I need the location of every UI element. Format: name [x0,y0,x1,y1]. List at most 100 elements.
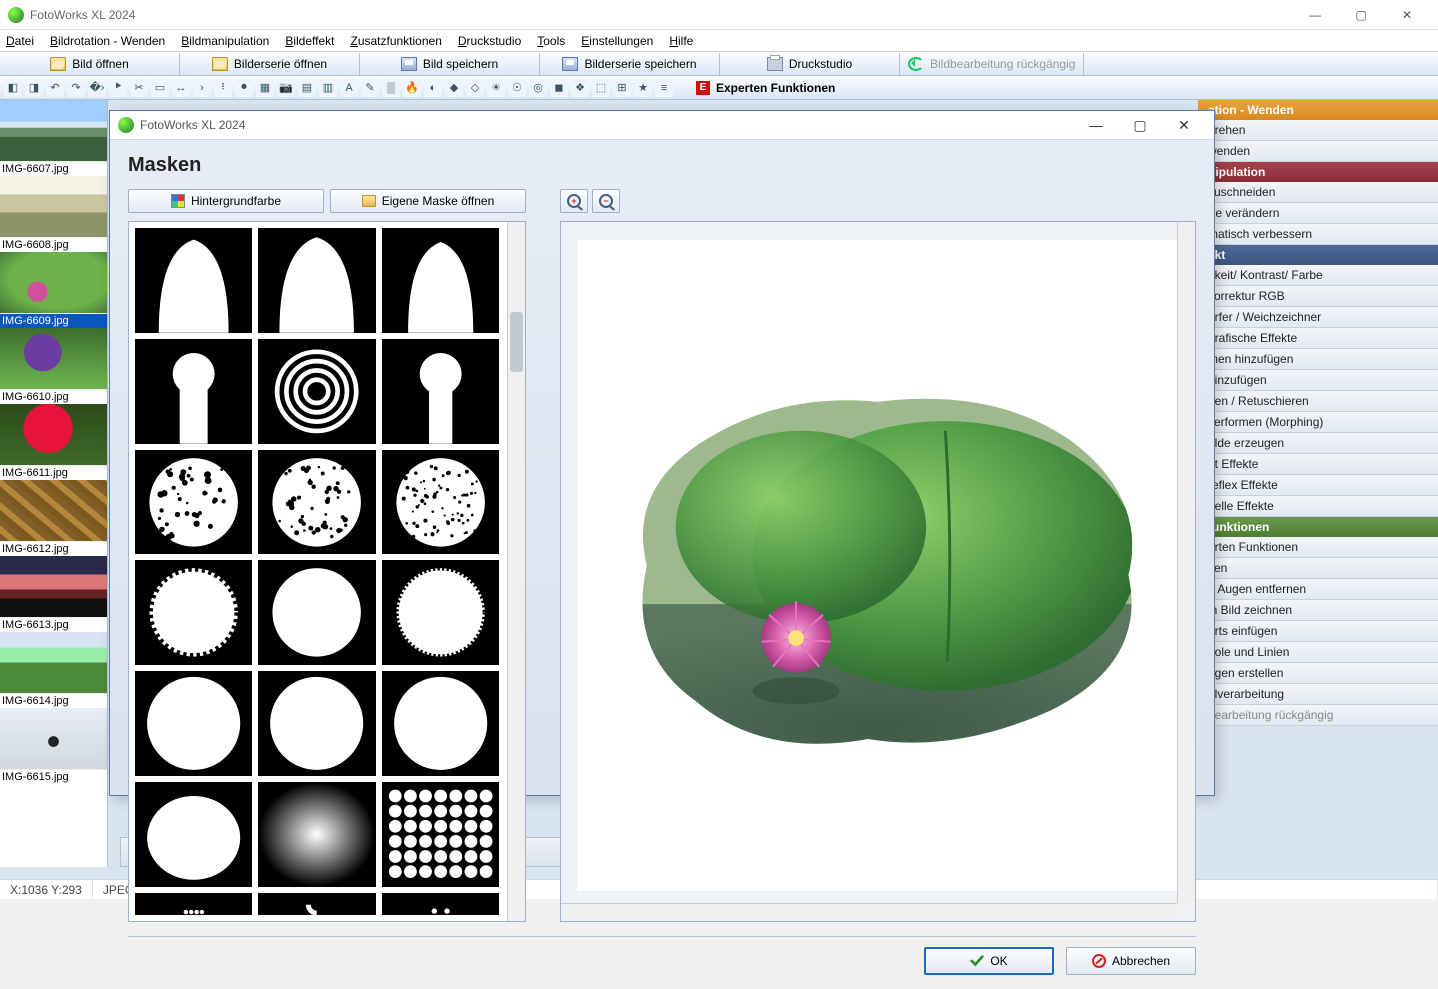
zoom-in-button[interactable]: + [560,189,588,213]
tool-btn-8[interactable]: ↔ [172,79,190,97]
accordion-item[interactable]: ße verändern [1198,203,1438,224]
mask-thumbnail[interactable] [135,893,252,915]
menu-datei[interactable]: Datei [6,34,34,48]
background-color-button[interactable]: Hintergrundfarbe [128,189,324,213]
dialog-minimize[interactable]: — [1074,111,1118,139]
mask-thumbnail[interactable] [382,450,499,555]
accordion-item[interactable]: matisch verbessern [1198,224,1438,245]
menu-bildeffekt[interactable]: Bildeffekt [285,34,334,48]
tool-btn-23[interactable]: ☀ [487,79,505,97]
mask-gallery-scrollbar[interactable] [507,222,525,921]
tool-btn-2[interactable]: ↶ [46,79,64,97]
accordion-item[interactable]: reflex Effekte [1198,475,1438,496]
ok-button[interactable]: OK [924,947,1054,975]
tool-btn-9[interactable]: › [193,79,211,97]
menu-zusatzfunktionen[interactable]: Zusatzfunktionen [350,34,441,48]
mask-thumbnail[interactable] [135,228,252,333]
accordion-item[interactable]: men hinzufügen [1198,349,1438,370]
tool-btn-28[interactable]: ⬚ [592,79,610,97]
undo-edit-button[interactable]: Bildbearbeitung rückgängig [900,53,1084,75]
mask-thumbnail[interactable] [382,228,499,333]
tool-btn-15[interactable]: ▥ [319,79,337,97]
tool-btn-7[interactable]: ▭ [151,79,169,97]
mask-thumbnail[interactable] [135,782,252,887]
mask-thumbnail[interactable] [382,339,499,444]
menu-bildrotation-wenden[interactable]: Bildrotation - Wenden [50,34,165,48]
mask-thumbnail[interactable] [258,228,375,333]
tool-btn-27[interactable]: ❖ [571,79,589,97]
mask-thumbnail[interactable] [135,560,252,665]
accordion-item[interactable]: älde erzeugen [1198,433,1438,454]
thumbnail[interactable]: IMG-6609.jpg [0,252,107,328]
tool-btn-21[interactable]: ◆ [445,79,463,97]
thumbnail[interactable]: IMG-6613.jpg [0,556,107,632]
accordion-header[interactable]: ekt [1198,245,1438,265]
accordion-item[interactable]: bole und Linien [1198,642,1438,663]
window-maximize[interactable]: ▢ [1338,0,1384,30]
tool-btn-10[interactable]: ፧ [214,79,232,97]
dialog-close[interactable]: ✕ [1162,111,1206,139]
tool-btn-24[interactable]: ☉ [508,79,526,97]
zoom-out-button[interactable]: − [592,189,620,213]
accordion-item[interactable]: nen / Retuschieren [1198,391,1438,412]
mask-thumbnail[interactable] [258,339,375,444]
mask-thumbnail[interactable] [135,339,252,444]
accordion-item[interactable]: grafische Effekte [1198,328,1438,349]
accordion-item[interactable]: elverarbeitung [1198,684,1438,705]
thumbnail[interactable]: IMG-6607.jpg [0,100,107,176]
thumbnail[interactable]: IMG-6610.jpg [0,328,107,404]
accordion-header[interactable]: nipulation [1198,162,1438,182]
mask-thumbnail[interactable] [382,560,499,665]
preview-vertical-scrollbar[interactable] [1177,222,1195,903]
accordion-item[interactable]: drehen [1198,120,1438,141]
open-own-mask-button[interactable]: Eigene Maske öffnen [330,189,526,213]
mask-thumbnail[interactable] [258,782,375,887]
accordion-item[interactable]: zuschneiden [1198,182,1438,203]
tool-btn-31[interactable]: ≡ [655,79,673,97]
accordion-header[interactable]: funktionen [1198,517,1438,537]
mask-thumbnail[interactable] [135,671,252,776]
accordion-item[interactable]: verformen (Morphing) [1198,412,1438,433]
accordion-item[interactable]: arts einfügen [1198,621,1438,642]
cancel-button[interactable]: Abbrechen [1066,947,1196,975]
menu-druckstudio[interactable]: Druckstudio [458,34,521,48]
tool-btn-20[interactable]: ◐ [424,79,442,97]
thumbnail[interactable]: IMG-6614.jpg [0,632,107,708]
tool-btn-22[interactable]: ◇ [466,79,484,97]
tool-btn-3[interactable]: ↷ [67,79,85,97]
menu-einstellungen[interactable]: Einstellungen [581,34,653,48]
mask-thumbnail[interactable] [382,893,499,915]
menu-hilfe[interactable]: Hilfe [669,34,693,48]
thumbnail[interactable]: IMG-6615.jpg [0,708,107,784]
accordion-item[interactable]: bearbeitung rückgängig [1198,705,1438,726]
tool-btn-13[interactable]: 📷 [277,79,295,97]
accordion-item[interactable]: hinzufügen [1198,370,1438,391]
menu-tools[interactable]: Tools [537,34,565,48]
tool-btn-16[interactable]: A [340,79,358,97]
accordion-item[interactable]: ken [1198,558,1438,579]
accordion-item[interactable]: wenden [1198,141,1438,162]
accordion-item[interactable]: ärfer / Weichzeichner [1198,307,1438,328]
accordion-item[interactable]: agen erstellen [1198,663,1438,684]
tool-btn-25[interactable]: ◎ [529,79,547,97]
accordion-item[interactable]: e Augen entfernen [1198,579,1438,600]
accordion-item[interactable]: erten Funktionen [1198,537,1438,558]
accordion-item[interactable]: uelle Effekte [1198,496,1438,517]
mask-thumbnail[interactable] [135,450,252,555]
tool-btn-11[interactable]: ⏺ [235,79,253,97]
save-series-button[interactable]: Bilderserie speichern [540,53,720,75]
accordion-item[interactable]: korrektur RGB [1198,286,1438,307]
thumbnail-strip[interactable]: IMG-6607.jpgIMG-6608.jpgIMG-6609.jpgIMG-… [0,100,108,867]
accordion-item[interactable]: in Bild zeichnen [1198,600,1438,621]
tool-btn-26[interactable]: ◼ [550,79,568,97]
tool-btn-17[interactable]: ✎ [361,79,379,97]
mask-thumbnail[interactable] [258,893,375,915]
tool-btn-19[interactable]: 🔥 [403,79,421,97]
save-image-button[interactable]: Bild speichern [360,53,540,75]
tool-btn-0[interactable]: ◧ [4,79,22,97]
tool-btn-12[interactable]: ▦ [256,79,274,97]
tool-btn-14[interactable]: ▤ [298,79,316,97]
thumbnail[interactable]: IMG-6608.jpg [0,176,107,252]
open-image-button[interactable]: Bild öffnen [0,53,180,75]
thumbnail[interactable]: IMG-6611.jpg [0,404,107,480]
